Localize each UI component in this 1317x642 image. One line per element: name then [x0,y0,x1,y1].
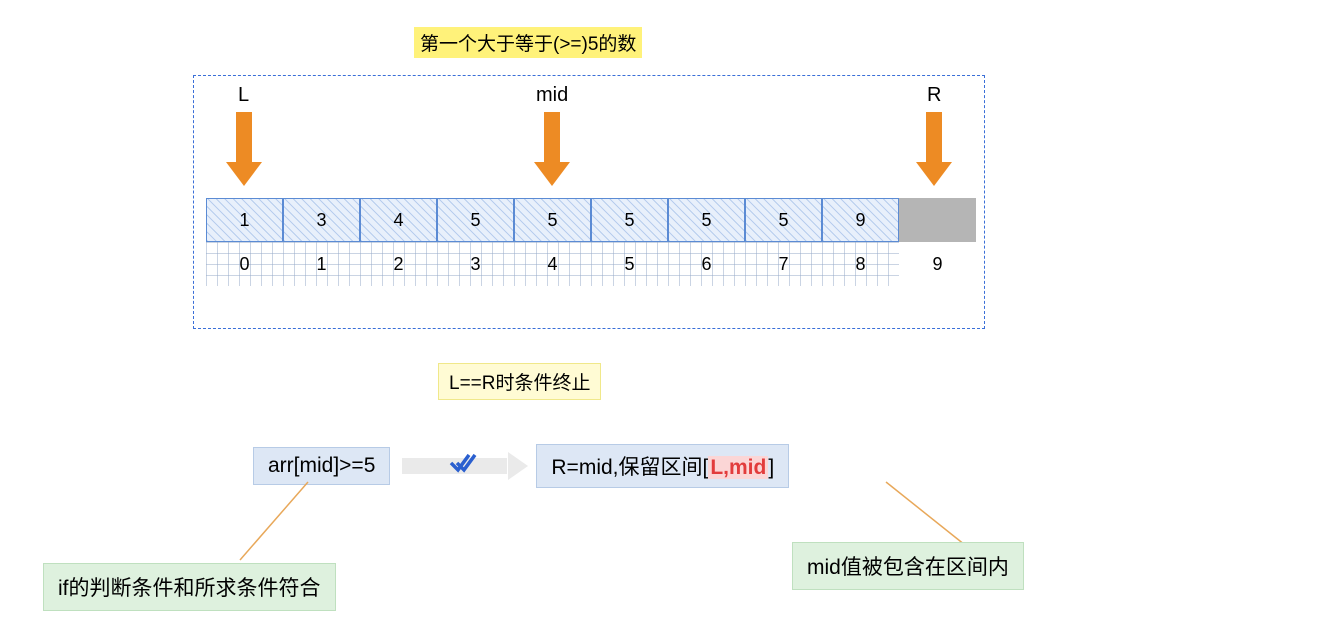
array-cell: 1 [206,198,283,242]
array-index: 3 [437,242,514,286]
pointer-arrow-L [226,112,262,186]
checkmark-icon [449,449,477,480]
pointer-label-mid: mid [536,84,568,107]
array-index: 0 [206,242,283,286]
title-highlight: 第一个大于等于(>=)5的数 [414,27,642,58]
flow-arrow-icon [398,452,528,480]
array-grid: 1 3 4 5 5 5 5 5 9 0 1 2 3 4 5 6 7 8 9 [206,198,976,286]
pointer-label-R: R [927,84,941,107]
array-index: 8 [822,242,899,286]
array-cell: 3 [283,198,360,242]
array-cell: 4 [360,198,437,242]
condition-box: arr[mid]>=5 [253,447,390,485]
stop-condition-box: L==R时条件终止 [438,363,601,400]
array-cell: 9 [822,198,899,242]
result-highlight: L,mid [708,456,768,479]
array-cell: 5 [591,198,668,242]
array-cell: 5 [668,198,745,242]
array-value-row: 1 3 4 5 5 5 5 5 9 [206,198,976,242]
note-left: if的判断条件和所求条件符合 [43,563,336,611]
result-box: R=mid,保留区间[L,mid] [536,444,789,488]
array-cell-sentinel [899,198,976,242]
array-index-row: 0 1 2 3 4 5 6 7 8 9 [206,242,976,286]
array-index: 9 [899,242,976,286]
array-index: 6 [668,242,745,286]
array-cell: 5 [514,198,591,242]
flow-row: arr[mid]>=5 R=mid,保留区间[L,mid] [253,444,789,488]
note-right: mid值被包含在区间内 [792,542,1024,590]
pointer-arrow-R [916,112,952,186]
pointer-label-L: L [238,84,249,107]
array-index: 7 [745,242,822,286]
array-index: 4 [514,242,591,286]
array-index: 2 [360,242,437,286]
array-cell: 5 [745,198,822,242]
array-cell: 5 [437,198,514,242]
array-index: 1 [283,242,360,286]
array-index: 5 [591,242,668,286]
result-prefix: R=mid,保留区间[ [551,456,708,479]
result-suffix: ] [768,456,774,479]
pointer-arrow-mid [534,112,570,186]
